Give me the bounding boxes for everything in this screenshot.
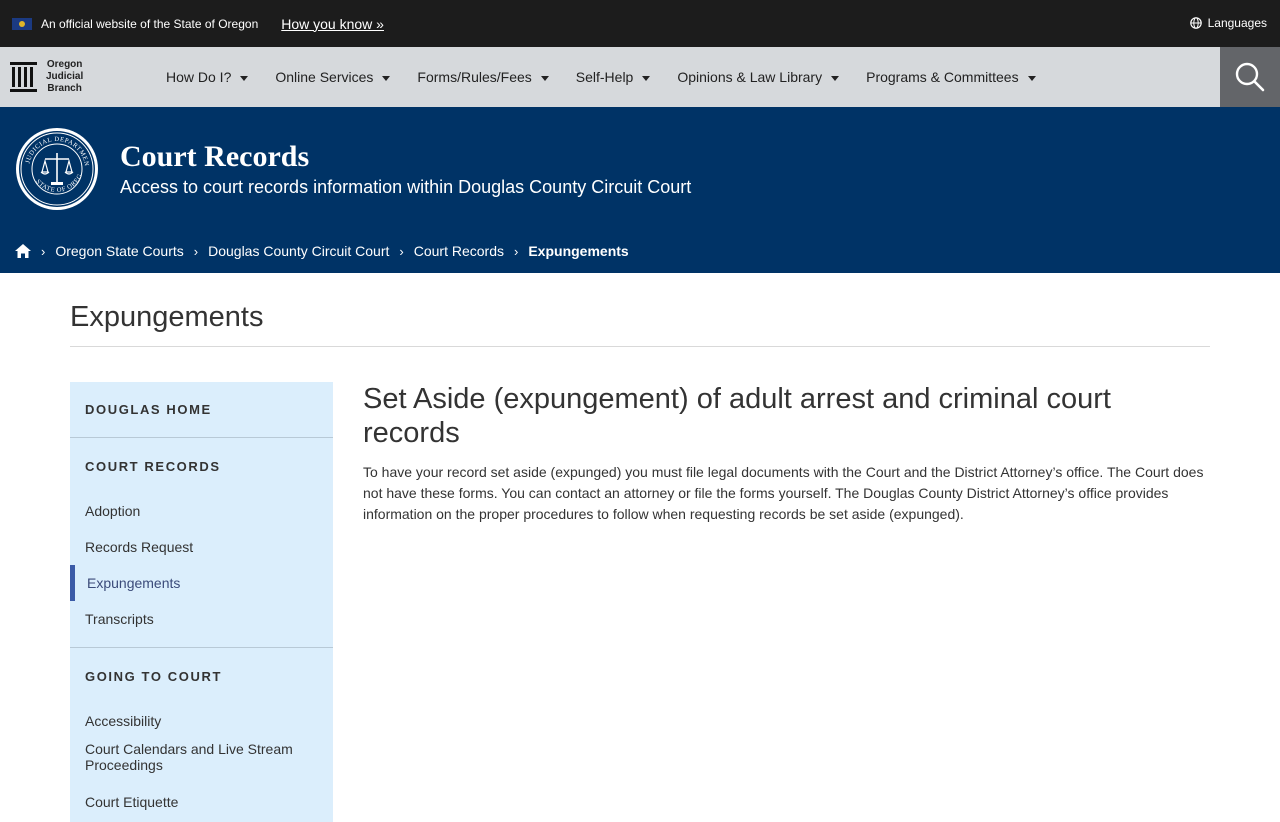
article-heading: Set Aside (expungement) of adult arrest … xyxy=(363,383,1111,449)
sidebar-section-court-records: COURT RECORDS Adoption Records Request E… xyxy=(70,438,333,648)
main-navigation: Oregon Judicial Branch How Do I? Online … xyxy=(0,47,1280,107)
breadcrumb-douglas-county[interactable]: Douglas County Circuit Court xyxy=(208,243,389,259)
sidebar-item-adoption[interactable]: Adoption xyxy=(70,493,333,529)
breadcrumb-current: Expungements xyxy=(528,243,629,259)
title-divider xyxy=(70,346,1210,347)
sidebar-section-title: COURT RECORDS xyxy=(85,459,221,474)
sidebar-item-accessibility[interactable]: Accessibility xyxy=(70,703,333,739)
search-button[interactable] xyxy=(1220,47,1280,107)
nav-menu: How Do I? Online Services Forms/Rules/Fe… xyxy=(166,69,1063,85)
sidebar-item-court-calendars[interactable]: Court Calendars and Live Stream Proceedi… xyxy=(70,739,333,784)
languages-label: Languages xyxy=(1207,16,1267,30)
chevron-right-icon: › xyxy=(193,243,199,259)
breadcrumb-oregon-state-courts[interactable]: Oregon State Courts xyxy=(55,243,183,259)
globe-icon xyxy=(1189,17,1202,29)
sidebar-item-transcripts[interactable]: Transcripts xyxy=(70,601,333,637)
sidebar-section-title: GOING TO COURT xyxy=(85,669,222,684)
how-you-know-link[interactable]: How you know » xyxy=(281,16,384,32)
official-website-text: An official website of the State of Oreg… xyxy=(41,16,259,31)
caret-down-icon xyxy=(831,75,840,81)
caret-down-icon xyxy=(240,75,249,81)
chevron-right-icon: › xyxy=(514,243,519,259)
official-banner: An official website of the State of Oreg… xyxy=(0,0,1280,47)
nav-how-do-i[interactable]: How Do I? xyxy=(166,69,249,85)
nav-self-help[interactable]: Self-Help xyxy=(576,69,651,85)
caret-down-icon xyxy=(382,75,391,81)
caret-down-icon xyxy=(540,75,549,81)
courthouse-pillars-icon xyxy=(10,62,37,92)
chevron-right-icon: › xyxy=(399,243,404,259)
caret-down-icon xyxy=(642,75,651,81)
ojd-logo[interactable]: Oregon Judicial Branch xyxy=(0,47,160,107)
sidebar-section-going-to-court: GOING TO COURT Accessibility Court Calen… xyxy=(70,648,333,820)
logo-text: Oregon Judicial Branch xyxy=(46,59,84,94)
caret-down-icon xyxy=(1027,75,1036,81)
nav-programs-committees[interactable]: Programs & Committees xyxy=(866,69,1036,85)
page-hero: JUDICIAL DEPARTMENT STATE OF OREGON Cour… xyxy=(0,107,1280,273)
nav-forms-rules-fees[interactable]: Forms/Rules/Fees xyxy=(417,69,549,85)
home-icon[interactable] xyxy=(15,244,31,258)
search-icon xyxy=(1235,62,1265,92)
sidebar-item-records-request[interactable]: Records Request xyxy=(70,529,333,565)
chevron-right-icon: › xyxy=(41,243,46,259)
sidebar-item-court-etiquette[interactable]: Court Etiquette xyxy=(70,784,333,820)
judicial-department-seal-icon: JUDICIAL DEPARTMENT STATE OF OREGON xyxy=(15,127,98,210)
article-body: To have your record set aside (expunged)… xyxy=(363,464,1204,522)
main-content: Set Aside (expungement) of adult arrest … xyxy=(363,382,1213,525)
sidebar-item-expungements[interactable]: Expungements xyxy=(70,565,333,601)
nav-opinions-law-library[interactable]: Opinions & Law Library xyxy=(677,69,840,85)
nav-online-services[interactable]: Online Services xyxy=(275,69,391,85)
hero-subtitle: Access to court records information with… xyxy=(120,177,692,197)
sidebar-navigation: DOUGLAS HOME COURT RECORDS Adoption Reco… xyxy=(70,382,333,822)
oregon-flag-icon xyxy=(12,17,32,30)
languages-button[interactable]: Languages xyxy=(1189,16,1267,30)
page-title: Expungements xyxy=(70,301,264,333)
breadcrumb-court-records[interactable]: Court Records xyxy=(414,243,504,259)
hero-title: Court Records xyxy=(120,140,310,173)
sidebar-douglas-home[interactable]: DOUGLAS HOME xyxy=(70,382,333,438)
breadcrumb: › Oregon State Courts › Douglas County C… xyxy=(15,243,629,259)
